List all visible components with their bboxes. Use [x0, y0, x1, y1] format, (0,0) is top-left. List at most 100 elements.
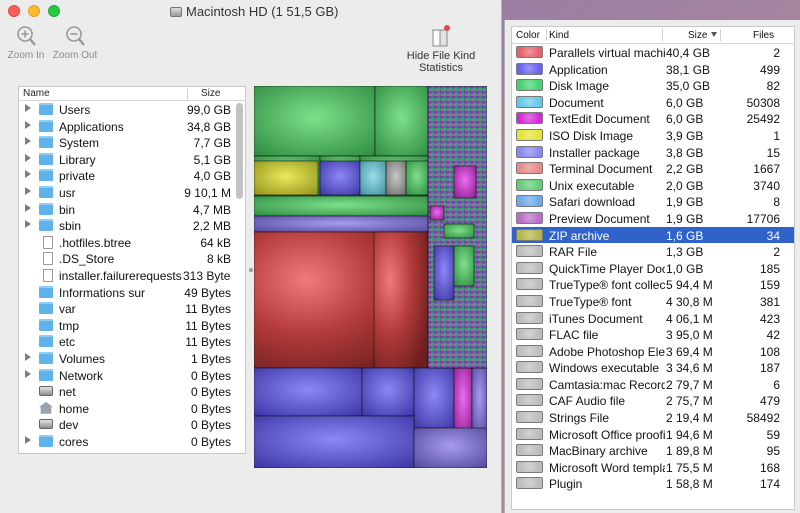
file-kind-row[interactable]: Microsoft Office proofing1 94,6 M 59	[512, 426, 794, 443]
disclosure-triangle-icon[interactable]	[25, 120, 31, 129]
treemap-block[interactable]	[429, 205, 445, 221]
kind-color-swatch[interactable]	[516, 112, 543, 125]
zoom-window-button[interactable]	[48, 5, 60, 17]
treemap-block[interactable]	[374, 86, 429, 157]
disclosure-triangle-icon[interactable]	[25, 170, 31, 179]
file-kind-row[interactable]: Unix executable 2,0 GB 3740	[512, 177, 794, 194]
file-list-row[interactable]: private 4,0 GB	[19, 167, 245, 184]
file-kind-row[interactable]: Application 38,1 GB 499	[512, 61, 794, 78]
treemap-block[interactable]	[359, 160, 387, 196]
file-list-row[interactable]: Users 99,0 GB	[19, 101, 245, 118]
disclosure-triangle-icon[interactable]	[25, 435, 31, 444]
size-column-header[interactable]: Size	[688, 30, 707, 41]
kind-color-swatch[interactable]	[516, 145, 543, 158]
treemap[interactable]	[254, 86, 487, 468]
kind-color-swatch[interactable]	[516, 278, 543, 291]
treemap-block[interactable]	[453, 367, 473, 435]
file-list-row[interactable]: Network 0 Bytes	[19, 367, 245, 384]
kind-color-swatch[interactable]	[516, 311, 543, 324]
file-list-row[interactable]: etc 11 Bytes	[19, 333, 245, 350]
kind-color-swatch[interactable]	[516, 128, 543, 141]
file-list-row[interactable]: .DS_Store 8 kB	[19, 250, 245, 267]
file-list-row[interactable]: cores 0 Bytes	[19, 433, 245, 450]
kind-color-swatch[interactable]	[516, 444, 543, 457]
file-list-row[interactable]: var 11 Bytes	[19, 300, 245, 317]
file-list-row[interactable]: sbin 2,2 MB	[19, 217, 245, 234]
file-list-row[interactable]: dev 0 Bytes	[19, 416, 245, 433]
file-kind-row[interactable]: Installer package 3,8 GB 15	[512, 144, 794, 161]
kind-color-swatch[interactable]	[516, 344, 543, 357]
file-kind-row[interactable]: Windows executable 3 34,6 M 187	[512, 359, 794, 376]
kind-color-swatch[interactable]	[516, 427, 543, 440]
file-list-row[interactable]: tmp 11 Bytes	[19, 317, 245, 334]
minimize-window-button[interactable]	[28, 5, 40, 17]
file-kind-row[interactable]: TextEdit Document 6,0 GB 25492	[512, 110, 794, 127]
treemap-block[interactable]	[453, 165, 477, 199]
file-kind-table[interactable]: Color Kind Size Files Parallels virtual …	[511, 26, 795, 510]
file-kind-row[interactable]: Preview Document 1,9 GB 17706	[512, 210, 794, 227]
file-kind-row[interactable]: Camtasia:mac Recording2 79,7 M 6	[512, 376, 794, 393]
disclosure-triangle-icon[interactable]	[25, 352, 31, 361]
file-kind-row[interactable]: Parallels virtual machine40,4 GB 2	[512, 44, 794, 61]
file-list-row[interactable]: usr 9 10,1 M	[19, 184, 245, 201]
kind-color-swatch[interactable]	[516, 95, 543, 108]
zoom-in-button[interactable]: Zoom In	[6, 24, 46, 61]
treemap-block[interactable]	[413, 367, 455, 429]
name-column-header[interactable]: Name	[23, 88, 50, 99]
file-kind-row[interactable]: ISO Disk Image 3,9 GB 1	[512, 127, 794, 144]
file-kind-row[interactable]: TrueType® font 4 30,8 M 381	[512, 293, 794, 310]
disclosure-triangle-icon[interactable]	[25, 203, 31, 212]
kind-color-swatch[interactable]	[516, 477, 543, 490]
treemap-block[interactable]	[413, 427, 487, 468]
treemap-block[interactable]	[319, 160, 361, 196]
kind-color-swatch[interactable]	[516, 361, 543, 374]
file-list-row[interactable]: net 0 Bytes	[19, 383, 245, 400]
kind-column-header[interactable]: Kind	[549, 30, 569, 41]
file-list-row[interactable]: .hotfiles.btree 64 kB	[19, 234, 245, 251]
file-kind-row[interactable]: RAR File 1,3 GB 2	[512, 243, 794, 260]
file-list-row[interactable]: Applications 34,8 GB	[19, 118, 245, 135]
kind-color-swatch[interactable]	[516, 195, 543, 208]
kind-color-swatch[interactable]	[516, 46, 543, 58]
kind-color-swatch[interactable]	[516, 62, 543, 75]
treemap-block[interactable]	[361, 367, 415, 417]
file-kind-row[interactable]: Disk Image 35,0 GB 82	[512, 77, 794, 94]
zoom-out-button[interactable]: Zoom Out	[52, 24, 98, 61]
treemap-block[interactable]	[443, 223, 475, 239]
file-list-row[interactable]: installer.failurerequests313 Bytes	[19, 267, 245, 284]
kind-color-swatch[interactable]	[516, 211, 543, 224]
kind-color-swatch[interactable]	[516, 228, 543, 241]
file-kind-row[interactable]: ZIP archive 1,6 GB 34	[512, 226, 794, 244]
file-list-row[interactable]: Informations sur 49 Bytes	[19, 284, 245, 301]
file-kind-row[interactable]: TrueType® font collection5 94,4 M 159	[512, 276, 794, 293]
treemap-block[interactable]	[254, 215, 429, 233]
file-kind-row[interactable]: FLAC file 3 95,0 M 42	[512, 326, 794, 343]
close-window-button[interactable]	[8, 5, 20, 17]
treemap-block[interactable]	[453, 245, 475, 287]
kind-color-swatch[interactable]	[516, 377, 543, 390]
file-kind-row[interactable]: MacBinary archive 1 89,8 M 95	[512, 442, 794, 459]
file-list-row[interactable]: Library 5,1 GB	[19, 151, 245, 168]
file-kind-row[interactable]: QuickTime Player Document1,0 GB 185	[512, 260, 794, 277]
disclosure-triangle-icon[interactable]	[25, 186, 31, 195]
file-kind-scrollbar[interactable]	[787, 47, 793, 507]
file-list-row[interactable]: System 7,7 GB	[19, 134, 245, 151]
disclosure-triangle-icon[interactable]	[25, 369, 31, 378]
treemap-block[interactable]	[471, 367, 487, 435]
treemap-block[interactable]	[254, 415, 415, 468]
file-kind-row[interactable]: Adobe Photoshop Elements3 69,4 M 108	[512, 343, 794, 360]
file-kind-row[interactable]: CAF Audio file 2 75,7 M 479	[512, 392, 794, 409]
kind-color-swatch[interactable]	[516, 294, 543, 307]
disclosure-triangle-icon[interactable]	[25, 153, 31, 162]
disclosure-triangle-icon[interactable]	[25, 104, 31, 112]
file-kind-row[interactable]: Document 6,0 GB 50308	[512, 94, 794, 111]
file-kind-row[interactable]: Safari download 1,9 GB 8	[512, 193, 794, 210]
kind-color-swatch[interactable]	[516, 394, 543, 407]
disclosure-triangle-icon[interactable]	[25, 220, 31, 229]
file-kind-row[interactable]: Strings File 2 19,4 M 58492	[512, 409, 794, 426]
treemap-block[interactable]	[405, 160, 429, 196]
treemap-block[interactable]	[254, 160, 319, 196]
file-kind-row[interactable]: iTunes Document 4 06,1 M 423	[512, 310, 794, 327]
file-kind-row[interactable]: Microsoft Word template1 75,5 M 168	[512, 459, 794, 476]
kind-color-swatch[interactable]	[516, 460, 543, 473]
